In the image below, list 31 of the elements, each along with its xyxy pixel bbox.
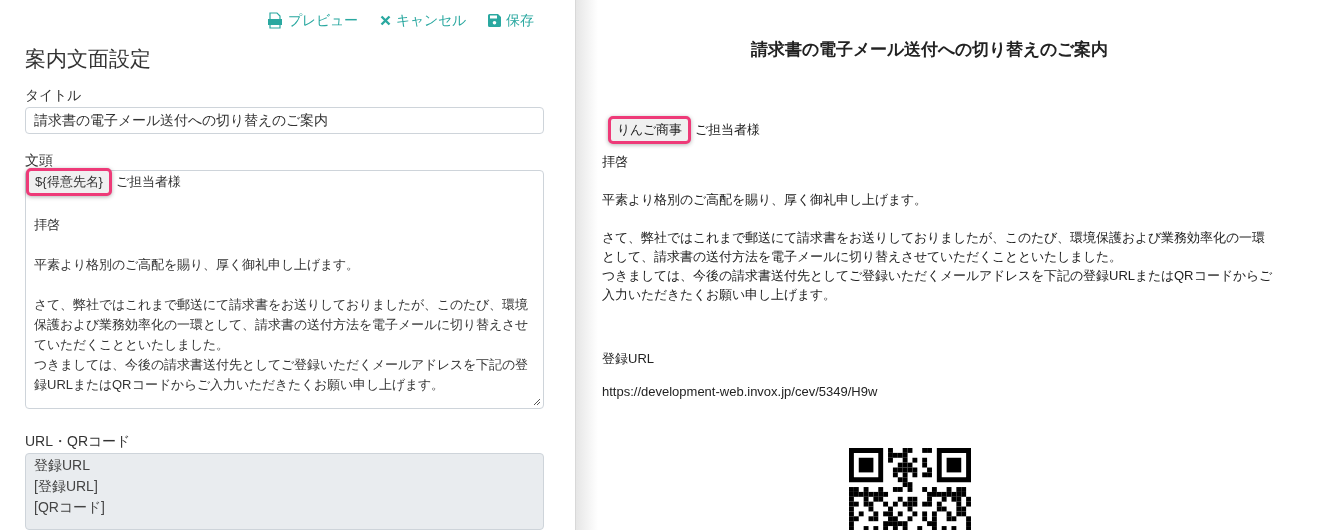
url-qr-line: [QRコード]: [34, 498, 106, 518]
body-paragraph: 平素より格別のご高配を賜り、厚く御礼申し上げます。: [34, 256, 360, 275]
field-label: URL・QRコード: [25, 432, 131, 452]
body-paragraph: 拝啓: [34, 216, 61, 235]
close-icon: [380, 14, 391, 26]
url-heading: 登録URL: [602, 350, 655, 368]
cancel-button[interactable]: キャンセル: [380, 10, 466, 30]
title-input[interactable]: 請求書の電子メール送付への切り替えのご案内: [25, 106, 544, 135]
save-button[interactable]: 保存: [488, 10, 534, 30]
placeholder-tag: ${得意先名}: [26, 168, 112, 197]
preview-paragraph: 拝啓: [602, 153, 629, 171]
field-label: タイトル: [25, 85, 82, 105]
salutation-text: ご担当者様: [115, 173, 181, 192]
customer-name-tag: りんご商事: [608, 116, 691, 144]
resize-handle-icon: [532, 397, 541, 407]
save-icon: [488, 13, 501, 27]
preview-title: 請求書の電子メール送付への切り替えのご案内: [750, 39, 1109, 61]
preview-paragraph: さて、弊社ではこれまで郵送にて請求書をお送りしておりましたが、このたび、環境保護および業務効率化の一環として、請求書の送付方法を電子メールに切り替えさせていただくことといたしました。: [602, 229, 1266, 266]
url-qr-line: 登録URL: [34, 456, 91, 476]
body-paragraph: さて、弊社ではこれまで郵送にて請求書をお送りしておりましたが、このたび、環境保護および業務効率化の一環として、請求書の送付方法を電子メールに切り替えさせていただくことといたしました。: [34, 296, 529, 355]
pdf-file-icon: [267, 11, 283, 29]
section-heading: 案内文面設定: [25, 45, 152, 72]
preview-paragraph: つきましては、今後の請求書送付先としてご登録いただくメールアドレスを下記の登録URLまたはQRコードからご入力いただきたくお願い申し上げます。: [602, 267, 1273, 304]
salutation-text: ご担当者様: [695, 121, 760, 140]
preview-paragraph: 平素より格別のご高配を賜り、厚く御礼申し上げます。: [602, 191, 928, 209]
body-paragraph: つきましては、今後の請求書送付先としてご登録いただくメールアドレスを下記の登録URLまたはQRコードからご入力いただきたくお願い申し上げます。: [34, 356, 529, 395]
field-label: 文頭: [25, 151, 54, 171]
url-qr-line: [登録URL]: [34, 477, 99, 497]
body-textarea[interactable]: [25, 170, 544, 410]
registration-url: https://development-web.invox.jp/cev/5349/H9w: [602, 383, 879, 401]
preview-button[interactable]: プレビュー: [267, 10, 358, 30]
